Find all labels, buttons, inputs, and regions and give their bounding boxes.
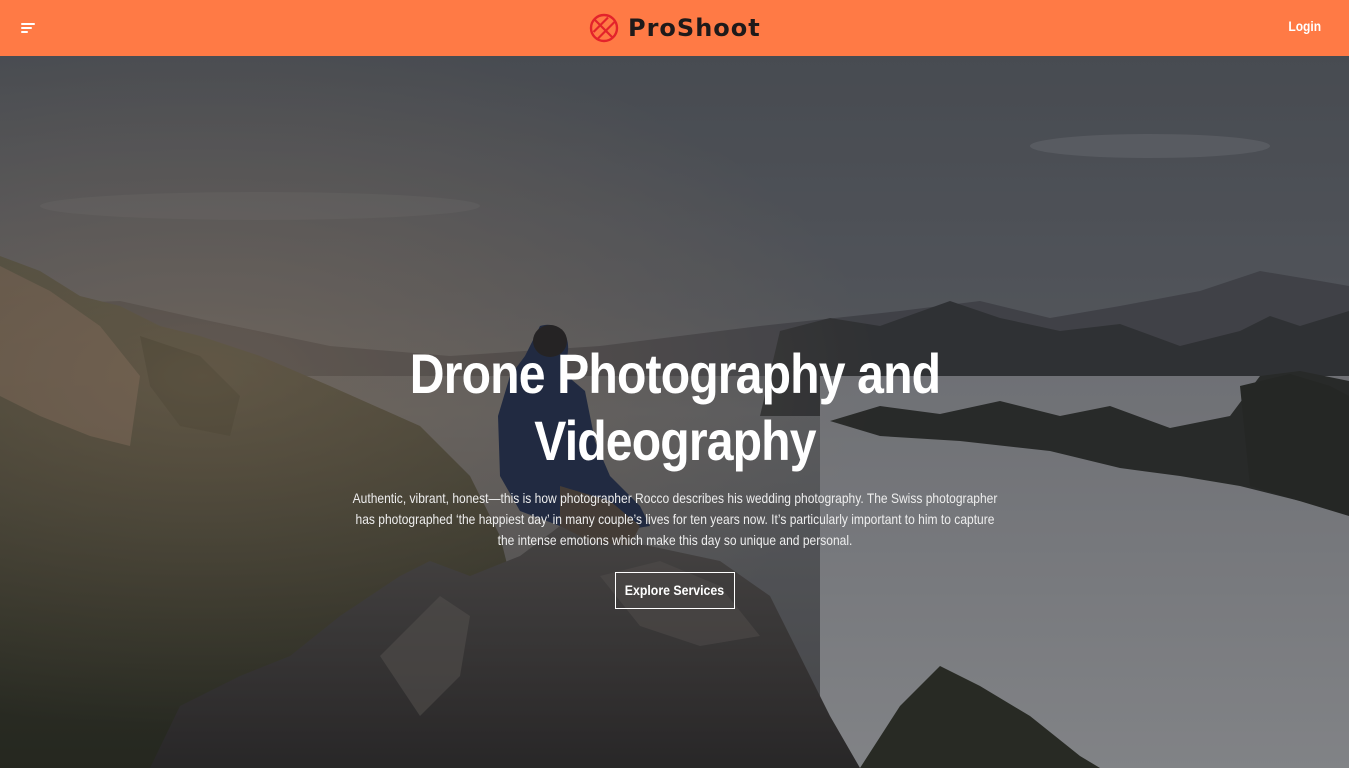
explore-services-label: Explore Services — [624, 582, 725, 598]
hero-content: Drone Photography and Videography Authen… — [0, 340, 1349, 609]
explore-services-button[interactable]: Explore Services — [614, 572, 735, 609]
hero-description: Authentic, vibrant, honest—this is how p… — [352, 490, 997, 548]
login-link[interactable]: Login — [1288, 18, 1321, 34]
hero-section: Drone Photography and Videography Authen… — [0, 56, 1349, 768]
hero-title: Drone Photography and Videography — [409, 342, 940, 472]
aperture-logo-icon — [589, 13, 619, 43]
brand-name: ProShoot — [628, 14, 761, 42]
landing-page: ProShoot Login Drone Photography and Vid… — [0, 0, 1349, 768]
menu-icon[interactable] — [14, 14, 42, 42]
brand-logo-link[interactable]: ProShoot — [589, 12, 761, 44]
top-navbar: ProShoot Login — [0, 0, 1349, 56]
